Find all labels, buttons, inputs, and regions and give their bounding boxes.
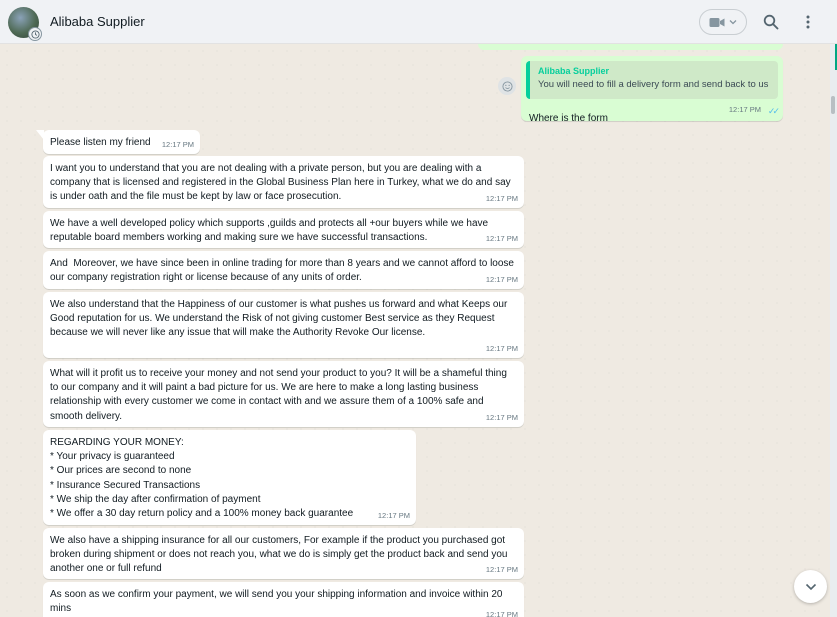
- status-clock-icon: [28, 27, 42, 41]
- message-time: 12:17 PM: [161, 139, 194, 149]
- message-text: We have a well developed policy which su…: [50, 218, 491, 244]
- message-time: 12:17 PM: [485, 274, 518, 284]
- scrollbar-track[interactable]: [830, 44, 837, 617]
- react-emoji-icon[interactable]: [498, 77, 516, 95]
- avatar[interactable]: [8, 7, 42, 41]
- scrollbar-thumb[interactable]: [831, 96, 835, 114]
- message-text: REGARDING YOUR MONEY: * Your privacy is …: [50, 437, 354, 520]
- message-time: 12:17 PM: [485, 412, 518, 422]
- message-time: 12:17 PM: [485, 193, 518, 203]
- incoming-message[interactable]: I want you to understand that you are no…: [43, 156, 524, 208]
- incoming-message[interactable]: REGARDING YOUR MONEY: * Your privacy is …: [43, 430, 416, 525]
- chevron-down-icon: [729, 19, 737, 25]
- message-text: We also have a shipping insurance for al…: [50, 535, 511, 575]
- message-text: And Moreover, we have since been in onli…: [50, 258, 517, 284]
- search-icon[interactable]: [761, 12, 781, 32]
- incoming-message[interactable]: Please listen my friend 12:17 PM: [36, 130, 200, 154]
- message-text: I want you to understand that you are no…: [50, 163, 514, 203]
- quoted-text: You will need to fill a delivery form an…: [538, 79, 769, 90]
- read-ticks-icon: ✓✓: [767, 105, 780, 116]
- incoming-message[interactable]: What will it profit us to receive your m…: [43, 361, 524, 427]
- chat-header: Alibaba Supplier: [0, 0, 837, 44]
- message-time: 12:17 PM: [377, 510, 410, 520]
- message-time: 12:17 PM: [485, 609, 518, 617]
- video-call-button[interactable]: [699, 9, 747, 35]
- chat-area[interactable]: Alibaba Supplier You will need to fill a…: [0, 44, 830, 617]
- previous-outgoing-bubble: [478, 44, 783, 50]
- chevron-down-icon: [805, 578, 817, 596]
- message-text: As soon as we confirm your payment, we w…: [50, 589, 506, 615]
- message-text: What will it profit us to receive your m…: [50, 368, 510, 422]
- outgoing-reply-message[interactable]: Alibaba Supplier You will need to fill a…: [521, 56, 783, 124]
- scroll-to-bottom-button[interactable]: [794, 570, 827, 603]
- quoted-author: Alibaba Supplier: [538, 66, 610, 76]
- incoming-message[interactable]: We also understand that the Happiness of…: [43, 292, 524, 358]
- message-text: We also understand that the Happiness of…: [50, 299, 511, 339]
- contact-name[interactable]: Alibaba Supplier: [50, 14, 145, 29]
- incoming-message[interactable]: And Moreover, we have since been in onli…: [43, 251, 524, 289]
- message-time: 12:17 PM: [485, 564, 518, 574]
- message-text: Where is the form: [529, 113, 608, 124]
- message-time: 12:17 PM: [485, 343, 518, 353]
- incoming-message[interactable]: We have a well developed policy which su…: [43, 211, 524, 248]
- incoming-message[interactable]: We also have a shipping insurance for al…: [43, 528, 524, 579]
- menu-icon[interactable]: [798, 12, 818, 32]
- quoted-message[interactable]: Alibaba Supplier You will need to fill a…: [526, 61, 778, 99]
- message-time: 12:17 PM: [728, 104, 761, 114]
- video-icon: [709, 17, 725, 28]
- bubble-tail: [36, 130, 44, 140]
- message-time: 12:17 PM: [485, 233, 518, 243]
- incoming-message[interactable]: As soon as we confirm your payment, we w…: [43, 582, 524, 617]
